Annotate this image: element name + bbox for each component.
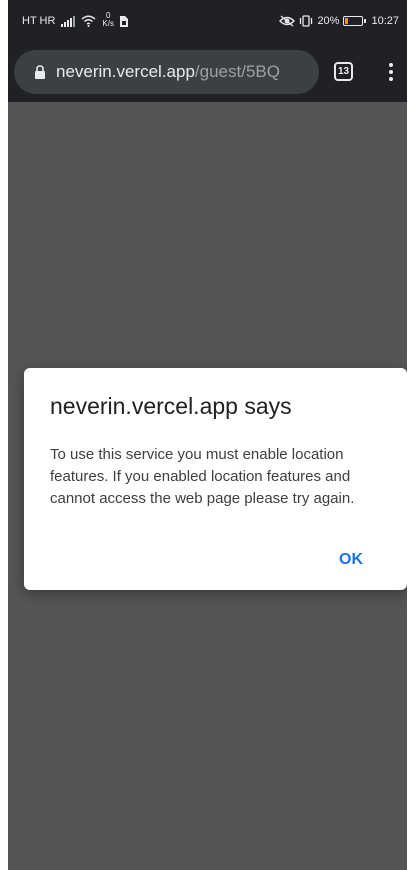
ok-button[interactable]: OK — [320, 540, 382, 580]
battery-icon — [343, 16, 367, 26]
eye-comfort-icon — [279, 15, 296, 27]
battery-percent: 20% — [317, 15, 340, 27]
menu-dot — [389, 63, 393, 67]
wifi-icon — [81, 15, 96, 27]
menu-dot — [389, 70, 393, 74]
browser-toolbar: neverin.vercel.app/guest/5BQ 13 — [8, 46, 407, 102]
clock: 10:27 — [371, 15, 399, 27]
dialog-title: neverin.vercel.app says — [50, 393, 292, 419]
net-speed: 0 K/s — [102, 12, 114, 28]
dialog-message: To use this service you must enable loca… — [50, 446, 355, 507]
url-host: neverin.vercel.app — [56, 62, 195, 81]
carrier-label: HT HR — [22, 15, 56, 27]
status-bar-left: HT HR 0 K/s — [22, 12, 128, 28]
address-bar[interactable]: neverin.vercel.app/guest/5BQ — [14, 50, 319, 94]
screen: HT HR 0 K/s 20% 10:27 neverin.vercel.app… — [8, 0, 407, 870]
menu-dot — [389, 77, 393, 81]
battery-level — [345, 18, 349, 24]
signal-icon — [61, 15, 76, 27]
net-speed-unit: K/s — [102, 19, 114, 28]
more-vert-icon[interactable] — [384, 60, 398, 84]
url-text: neverin.vercel.app/guest/5BQ — [56, 62, 280, 82]
tab-count: 13 — [337, 66, 350, 77]
status-bar-right: 20% 10:27 — [279, 14, 399, 28]
status-bar: HT HR 0 K/s 20% 10:27 — [8, 0, 407, 46]
alert-dialog: neverin.vercel.app says To use this serv… — [24, 368, 407, 590]
vibrate-icon — [299, 15, 313, 27]
sim-card-icon — [119, 15, 128, 27]
url-path: /guest/5BQ — [194, 62, 280, 81]
lock-icon — [34, 65, 46, 79]
tab-switcher-button[interactable]: 13 — [334, 62, 353, 81]
